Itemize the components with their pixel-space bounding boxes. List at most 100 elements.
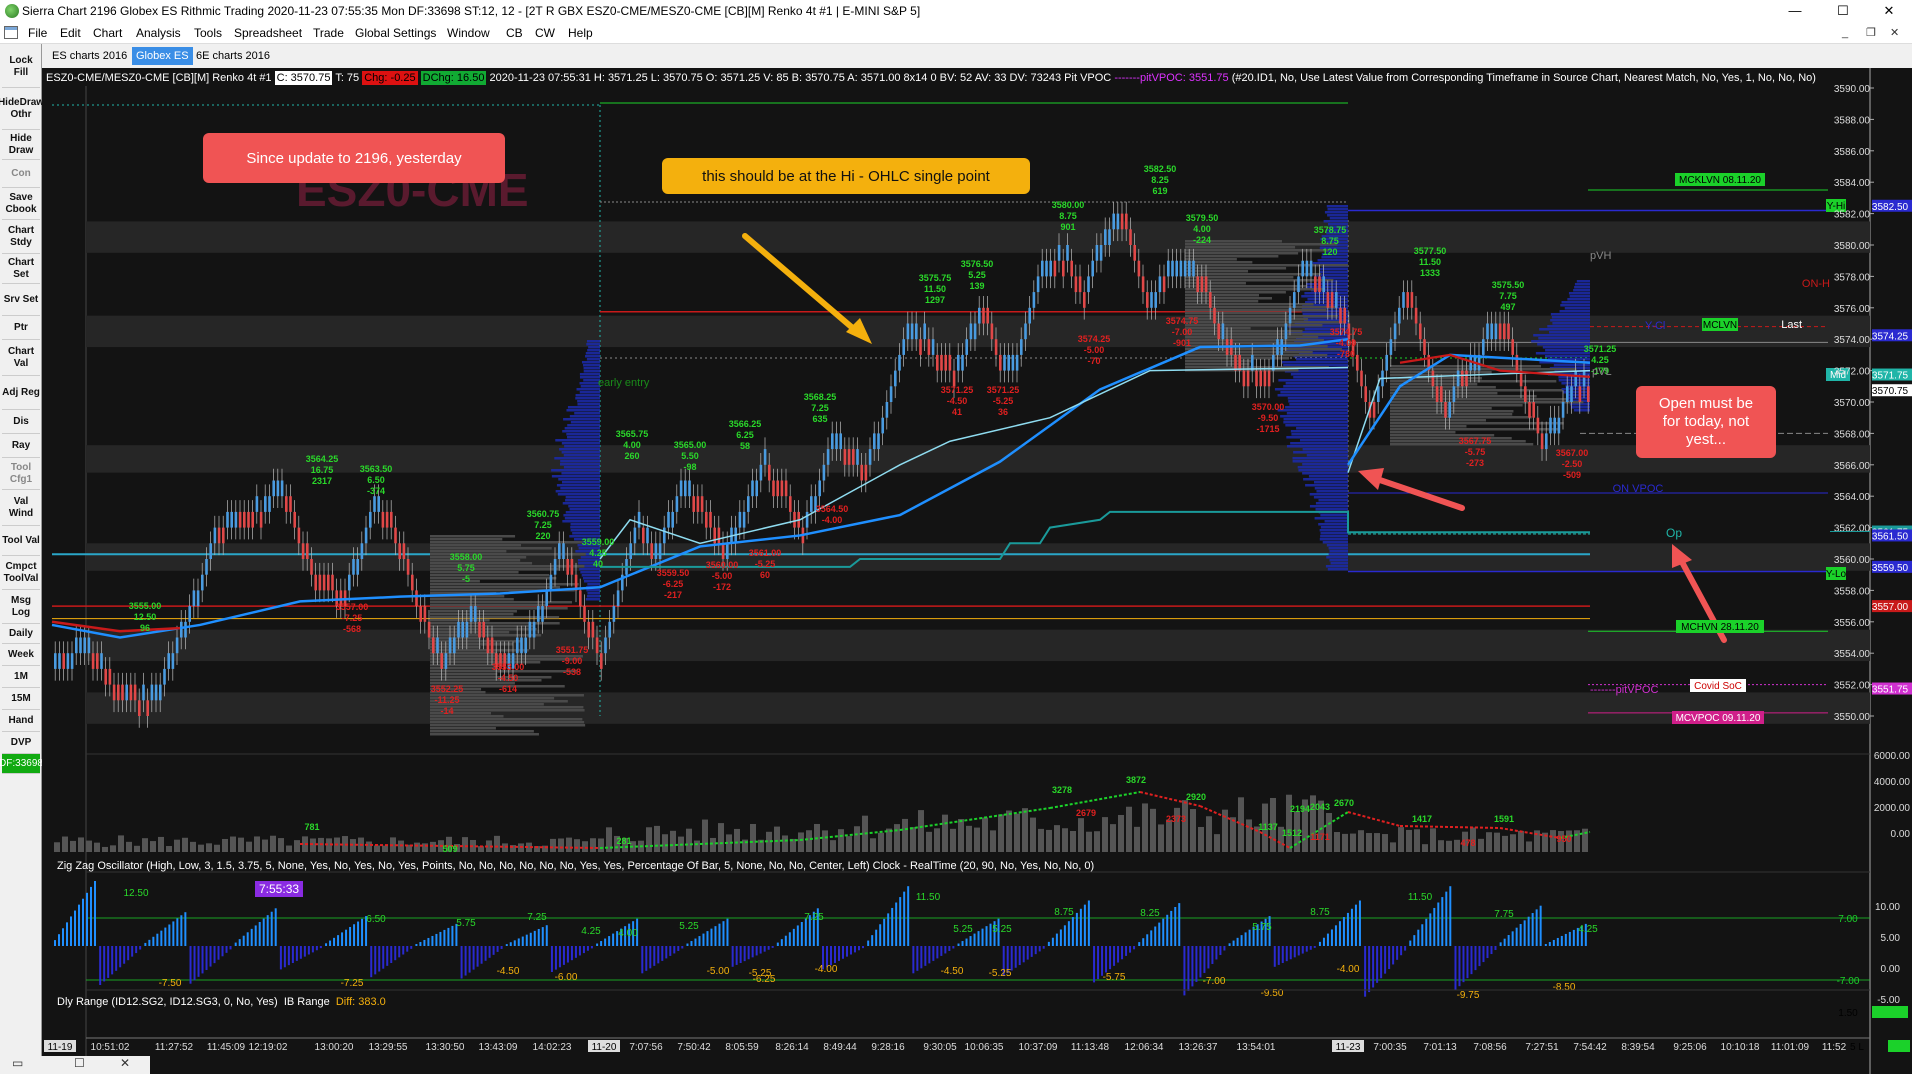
menu-analysis[interactable]: Analysis xyxy=(136,22,181,44)
swing-label-22: -374 xyxy=(367,486,385,496)
control-button-15m[interactable]: 15M xyxy=(2,688,40,710)
doc-minimize-button[interactable]: _ xyxy=(1842,22,1848,44)
control-button-week[interactable]: Week xyxy=(2,644,40,666)
swing-label-31: 3555.00 xyxy=(129,601,162,611)
taskbar-restore-icon[interactable]: ☐ xyxy=(74,1056,85,1070)
chart-canvas[interactable]: ESZ0-CME 3582.508.256193580.008.759013579… xyxy=(42,68,1912,1074)
control-button-ptr[interactable]: Ptr xyxy=(2,316,40,340)
swing-label-21: 16.75 xyxy=(311,465,334,475)
control-button-daily[interactable]: Daily xyxy=(2,624,40,644)
label-op: Op xyxy=(1666,526,1682,540)
value-band-4 xyxy=(86,629,1870,662)
control-button-1m[interactable]: 1M xyxy=(2,666,40,688)
tab-6e-charts-2016[interactable]: 6E charts 2016 xyxy=(192,47,274,65)
volume-label-0: 3278 xyxy=(1052,785,1072,795)
swing-label-24: 60 xyxy=(760,570,770,580)
control-button-chart-stdy[interactable]: Chart Stdy xyxy=(2,220,40,254)
info-change: Chg: -0.25 xyxy=(362,71,418,85)
taskbar-close-icon[interactable]: ✕ xyxy=(120,1056,130,1070)
label-pvl: pVL xyxy=(1592,366,1612,378)
menu-edit[interactable]: Edit xyxy=(60,22,81,44)
control-button-tool-val[interactable]: Tool Val xyxy=(2,526,40,556)
tab-es-charts-2016[interactable]: ES charts 2016 xyxy=(48,47,131,65)
tag-mcklvn: MCKLVN 08.11.20 xyxy=(1679,175,1761,186)
zigzag-label-18: -7.50 xyxy=(159,978,182,989)
doc-close-button[interactable]: ✕ xyxy=(1890,22,1899,44)
swing-label-16: -5.75 xyxy=(1465,447,1486,457)
tab-globex-es[interactable]: Globex ES xyxy=(132,47,193,65)
swing-label-26: -172 xyxy=(713,582,731,592)
menu-help[interactable]: Help xyxy=(568,22,593,44)
control-button-srv-set[interactable]: Srv Set xyxy=(2,284,40,316)
control-button-hide-draw[interactable]: Hide Draw xyxy=(2,130,40,160)
time-axis-label-16: 9:28:16 xyxy=(871,1042,905,1053)
close-button[interactable]: ✕ xyxy=(1866,0,1912,22)
menu-chart[interactable]: Chart xyxy=(93,22,122,44)
menu-cw[interactable]: CW xyxy=(535,22,555,44)
time-axis-label-30: 8:39:54 xyxy=(1621,1042,1655,1053)
chart-area[interactable]: ESZ0-CME 3582.50 8.25 619 3580.00 8.75 901 3579… xyxy=(42,68,1912,1074)
control-button-chart-set[interactable]: Chart Set xyxy=(2,254,40,284)
price-axis-label-17: 3556.00 xyxy=(1834,618,1871,629)
time-axis-label-15: 8:49:44 xyxy=(823,1042,857,1053)
volume-label-13: 950 xyxy=(1556,834,1571,844)
menu-trade[interactable]: Trade xyxy=(313,22,344,44)
zigzag-label-27: -5.25 xyxy=(989,968,1012,979)
info-daily-change: DChg: 16.50 xyxy=(420,71,487,85)
control-button-adj-reg[interactable]: Adj Reg xyxy=(2,376,40,410)
control-button-save-cbook[interactable]: Save Cbook xyxy=(2,188,40,220)
maximize-button[interactable]: ☐ xyxy=(1820,0,1866,22)
control-button-df-33698[interactable]: DF:33698 xyxy=(0,754,43,774)
swing-label-15: 7.25 xyxy=(811,403,829,413)
control-button-con[interactable]: Con xyxy=(2,160,40,188)
menu-global-settings[interactable]: Global Settings xyxy=(355,22,436,44)
menu-file[interactable]: File xyxy=(28,22,47,44)
zigzag-label-25: -4.00 xyxy=(815,964,838,975)
swing-label-19: 3565.75 xyxy=(616,429,649,439)
time-axis-label-34: 11:52 xyxy=(1822,1042,1847,1053)
swing-label-10: -780 xyxy=(1337,349,1355,359)
menu-window[interactable]: Window xyxy=(447,22,490,44)
time-axis-label-13: 8:05:59 xyxy=(725,1042,759,1053)
zigzag-study-label: Zig Zag Oscillator (High, Low, 3, 1.5, 3… xyxy=(57,860,1095,872)
swing-label-0: 8.25 xyxy=(1151,175,1169,185)
zigzag-label-15: 11.50 xyxy=(1408,892,1433,903)
swing-label-4: 1333 xyxy=(1420,268,1440,278)
swing-label-12: 3571.25 xyxy=(941,385,974,395)
control-button-hand[interactable]: Hand xyxy=(2,710,40,732)
doc-restore-button[interactable]: ❐ xyxy=(1866,22,1876,44)
control-button-tool-cfg1[interactable]: Tool Cfg1 xyxy=(2,458,40,490)
swing-label-32: -614 xyxy=(499,684,517,694)
control-button-dvp[interactable]: DVP xyxy=(2,732,40,754)
swing-label-2: 4.00 xyxy=(1193,224,1211,234)
zigzag-label-17: 4.25 xyxy=(1578,924,1598,935)
control-button-hidedraw-othr[interactable]: HideDraw Othr xyxy=(0,88,44,130)
minimize-button[interactable]: — xyxy=(1772,0,1818,22)
control-button-val-wind[interactable]: Val Wind xyxy=(2,490,40,526)
control-button-msg-log[interactable]: Msg Log xyxy=(2,590,40,624)
price-axis-label-19: 3552.00 xyxy=(1834,681,1871,692)
swing-label-33: 3552.25 xyxy=(431,684,464,694)
price-tag-p3551: 3551.75 xyxy=(1872,685,1909,696)
volume-label-12: 1171 xyxy=(1310,832,1330,842)
swing-label-18: 6.25 xyxy=(736,430,754,440)
time-axis-label-1: 10:51:02 xyxy=(91,1042,130,1053)
taskbar-minimize-icon[interactable]: ▭ xyxy=(12,1056,23,1070)
info-pit-vpoc: -------pitVPOC: 3551.75 xyxy=(1114,72,1229,84)
menu-tools[interactable]: Tools xyxy=(194,22,222,44)
swing-label-20: 3565.00 xyxy=(674,440,707,450)
time-axis-label-10: 11-20 xyxy=(592,1042,617,1053)
control-button-ray[interactable]: Ray xyxy=(2,434,40,458)
control-button-lock-fill[interactable]: Lock Fill xyxy=(2,46,40,88)
menu-cb[interactable]: CB xyxy=(506,22,523,44)
control-button-dis[interactable]: Dis xyxy=(2,410,40,434)
swing-label-27: -217 xyxy=(664,590,682,600)
menu-spreadsheet[interactable]: Spreadsheet xyxy=(234,22,302,44)
volume-label-15: 509 xyxy=(442,844,457,854)
zigzag-tag-0: 7.00 xyxy=(1838,914,1858,925)
price-axis-label-2: 3586.00 xyxy=(1834,147,1871,158)
control-button-cmpct-toolval[interactable]: Cmpct ToolVal xyxy=(2,556,40,590)
volume-label-16: 281 xyxy=(616,836,631,846)
control-button-chart-val[interactable]: Chart Val xyxy=(2,340,40,376)
zigzag-label-6: 5.25 xyxy=(679,921,699,932)
